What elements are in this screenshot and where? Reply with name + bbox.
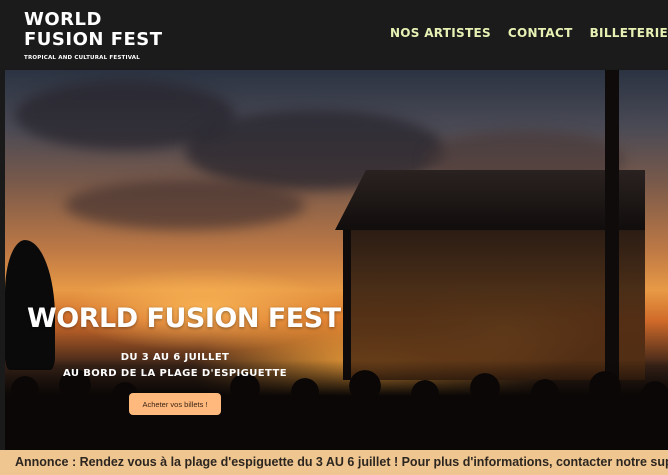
nav-link-contact[interactable]: CONTACT (508, 26, 573, 40)
buy-tickets-button[interactable]: Acheter vos billets ! (129, 393, 221, 415)
logo-line-2: FUSION FEST (24, 29, 163, 50)
stage-truss-left (343, 230, 351, 380)
hero-dates: DU 3 AU 6 JUILLET AU BORD DE LA PLAGE D'… (60, 350, 290, 382)
main-nav: NOS ARTISTES CONTACT BILLETERIE (390, 26, 668, 40)
announcement-text: Annonce : Rendez vous à la plage d'espig… (15, 455, 668, 469)
stage-body (345, 230, 645, 380)
logo-tagline: TROPICAL AND CULTURAL FESTIVAL (24, 55, 140, 61)
site-logo[interactable]: WORLD FUSION FEST TROPICAL AND CULTURAL … (24, 9, 163, 62)
logo-line-1: WORLD (24, 9, 102, 30)
stage-truss-right (605, 70, 619, 380)
stage-roof (335, 170, 645, 230)
announcement-banner: Annonce : Rendez vous à la plage d'espig… (0, 450, 668, 475)
hero-location-line: AU BORD DE LA PLAGE D'ESPIGUETTE (63, 368, 287, 379)
hero-banner: WORLD FUSION FEST DU 3 AU 6 JUILLET AU B… (5, 70, 668, 450)
hero-title: WORLD FUSION FEST (27, 303, 341, 334)
sky-cloud (65, 180, 305, 230)
nav-link-billeterie[interactable]: BILLETERIE (590, 26, 668, 40)
site-header: WORLD FUSION FEST TROPICAL AND CULTURAL … (0, 0, 668, 68)
nav-link-artistes[interactable]: NOS ARTISTES (390, 26, 491, 40)
hero-dates-line-1: DU 3 AU 6 JUILLET (120, 352, 230, 363)
